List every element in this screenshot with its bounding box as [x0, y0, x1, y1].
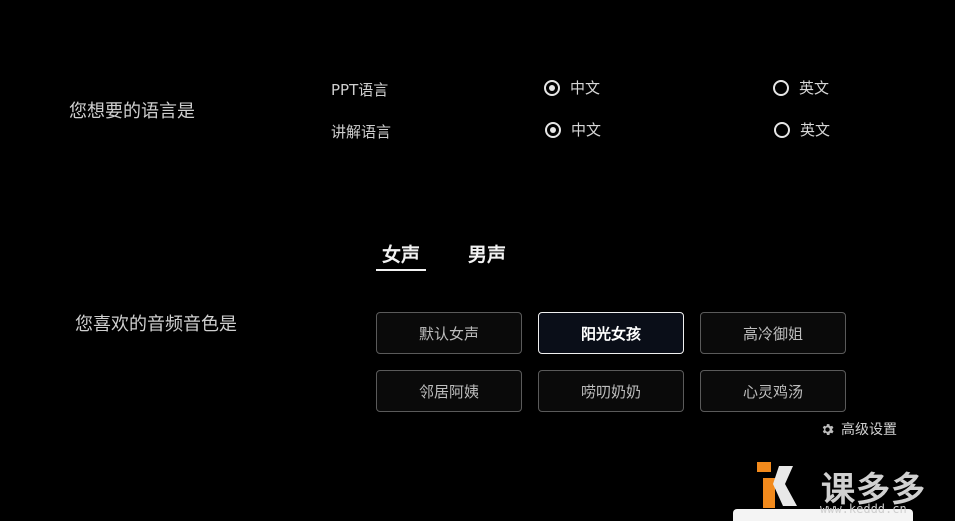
voice-option-chicken-soup[interactable]: 心灵鸡汤 [700, 370, 846, 412]
logo-k-icon [757, 462, 797, 508]
narration-language-chinese-radio[interactable]: 中文 [545, 119, 601, 140]
radio-unchecked-icon [774, 121, 790, 138]
watermark-url: www.keddd.cn [820, 502, 907, 516]
radio-label: 中文 [570, 79, 601, 97]
voice-option-default-female[interactable]: 默认女声 [376, 312, 522, 354]
voice-option-neighbor-aunt[interactable]: 邻居阿姨 [376, 370, 522, 412]
tab-female-voice[interactable]: 女声 [382, 240, 420, 267]
advanced-settings-label: 高级设置 [841, 422, 897, 438]
narration-language-english-radio[interactable]: 英文 [774, 119, 830, 140]
voice-question: 您喜欢的音频音色是 [75, 314, 237, 335]
ppt-language-english-radio[interactable]: 英文 [773, 77, 829, 98]
advanced-settings-link[interactable]: 高级设置 [820, 419, 897, 439]
radio-label: 英文 [799, 79, 830, 97]
radio-label: 英文 [800, 121, 831, 139]
radio-checked-icon [544, 79, 560, 96]
narration-language-label: 讲解语言 [331, 123, 392, 141]
voice-option-chatty-grandma[interactable]: 唠叨奶奶 [538, 370, 684, 412]
language-question: 您想要的语言是 [69, 101, 195, 122]
radio-unchecked-icon [773, 79, 789, 96]
gear-icon [822, 423, 834, 435]
voice-option-cool-lady[interactable]: 高冷御姐 [700, 312, 846, 354]
tab-male-voice[interactable]: 男声 [468, 240, 506, 267]
voice-option-sunny-girl[interactable]: 阳光女孩 [538, 312, 684, 354]
radio-label: 中文 [571, 121, 602, 139]
ppt-language-chinese-radio[interactable]: 中文 [544, 77, 600, 98]
active-tab-underline [376, 269, 426, 271]
ppt-language-label: PPT语言 [331, 81, 389, 99]
radio-checked-icon [545, 121, 561, 138]
